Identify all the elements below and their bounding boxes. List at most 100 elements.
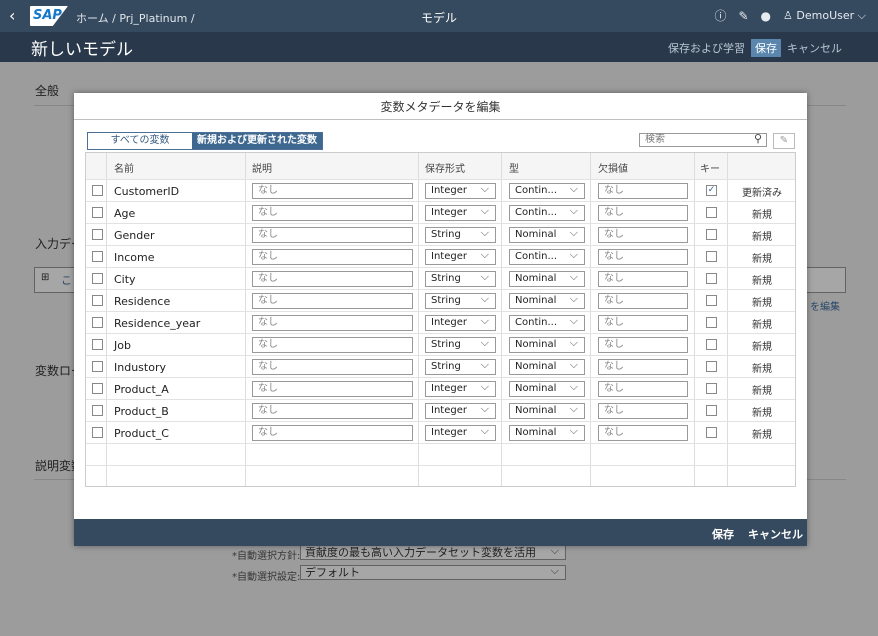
description-input[interactable]: なし bbox=[252, 249, 413, 265]
storage-value: String bbox=[431, 339, 461, 350]
storage-dropdown[interactable]: String ⌵ bbox=[425, 336, 496, 353]
missing-value-input[interactable]: なし bbox=[598, 293, 688, 309]
key-checkbox[interactable] bbox=[706, 207, 717, 218]
description-input[interactable]: なし bbox=[252, 359, 413, 375]
row-select-checkbox[interactable] bbox=[92, 339, 103, 350]
missing-value-input[interactable]: なし bbox=[598, 381, 688, 397]
col-storage[interactable]: 保存形式 bbox=[425, 160, 465, 175]
missing-value-input[interactable]: なし bbox=[598, 249, 688, 265]
search-icon[interactable]: ⚲ bbox=[754, 133, 762, 145]
variable-name: Product_B bbox=[114, 405, 169, 418]
key-checkbox[interactable] bbox=[706, 273, 717, 284]
missing-value-input[interactable]: なし bbox=[598, 425, 688, 441]
description-input[interactable]: なし bbox=[252, 183, 413, 199]
row-select-checkbox[interactable] bbox=[92, 405, 103, 416]
storage-dropdown[interactable]: Integer ⌵ bbox=[425, 380, 496, 397]
description-input[interactable]: なし bbox=[252, 205, 413, 221]
storage-dropdown[interactable]: String ⌵ bbox=[425, 226, 496, 243]
save-button[interactable]: 保存 bbox=[751, 39, 781, 57]
col-name[interactable]: 名前 bbox=[114, 160, 134, 175]
type-dropdown[interactable]: Contin... ⌵ bbox=[509, 204, 585, 221]
type-dropdown[interactable]: Contin... ⌵ bbox=[509, 182, 585, 199]
tab-new-updated-variables[interactable]: 新規および更新された変数 bbox=[192, 133, 322, 149]
variable-table: 名前 説明 保存形式 型 欠損値 キー CustomerID なし Integer ⌵… bbox=[85, 152, 796, 487]
key-checkbox[interactable] bbox=[706, 339, 717, 350]
key-checkbox[interactable] bbox=[706, 251, 717, 262]
col-description[interactable]: 説明 bbox=[252, 160, 272, 175]
storage-dropdown[interactable]: String ⌵ bbox=[425, 358, 496, 375]
dialog-save-button[interactable]: 保存 bbox=[712, 526, 734, 542]
type-dropdown[interactable]: Nominal ⌵ bbox=[509, 380, 585, 397]
type-dropdown[interactable]: Contin... ⌵ bbox=[509, 314, 585, 331]
storage-dropdown[interactable]: Integer ⌵ bbox=[425, 314, 496, 331]
missing-value-input[interactable]: なし bbox=[598, 183, 688, 199]
key-checkbox[interactable] bbox=[706, 383, 717, 394]
storage-dropdown[interactable]: String ⌵ bbox=[425, 292, 496, 309]
dialog-cancel-button[interactable]: キャンセル bbox=[748, 526, 803, 542]
key-checkbox[interactable] bbox=[706, 427, 717, 438]
missing-value-input[interactable]: なし bbox=[598, 205, 688, 221]
key-checkbox[interactable] bbox=[706, 405, 717, 416]
type-dropdown[interactable]: Nominal ⌵ bbox=[509, 358, 585, 375]
row-select-checkbox[interactable] bbox=[92, 251, 103, 262]
missing-value-input[interactable]: なし bbox=[598, 227, 688, 243]
key-checkbox[interactable] bbox=[706, 229, 717, 240]
row-select-checkbox[interactable] bbox=[92, 427, 103, 438]
cancel-button[interactable]: キャンセル bbox=[787, 40, 842, 56]
type-dropdown[interactable]: Nominal ⌵ bbox=[509, 424, 585, 441]
type-dropdown[interactable]: Contin... ⌵ bbox=[509, 248, 585, 265]
row-select-checkbox[interactable] bbox=[92, 361, 103, 372]
search-input[interactable]: 検索 ⚲ bbox=[639, 133, 767, 147]
description-input[interactable]: なし bbox=[252, 293, 413, 309]
user-menu[interactable]: ♙ DemoUser ⌵ bbox=[783, 9, 866, 23]
type-value: Nominal bbox=[515, 273, 557, 284]
description-input[interactable]: なし bbox=[252, 227, 413, 243]
type-dropdown[interactable]: Nominal ⌵ bbox=[509, 336, 585, 353]
storage-dropdown[interactable]: Integer ⌵ bbox=[425, 402, 496, 419]
row-select-checkbox[interactable] bbox=[92, 207, 103, 218]
row-select-checkbox[interactable] bbox=[92, 229, 103, 240]
variable-name: Age bbox=[114, 207, 136, 220]
description-input[interactable]: なし bbox=[252, 337, 413, 353]
page-title: 新しいモデル bbox=[31, 40, 133, 60]
description-input[interactable]: なし bbox=[252, 315, 413, 331]
storage-dropdown[interactable]: String ⌵ bbox=[425, 270, 496, 287]
chevron-down-icon: ⌵ bbox=[480, 424, 489, 437]
type-dropdown[interactable]: Nominal ⌵ bbox=[509, 270, 585, 287]
missing-value-input[interactable]: なし bbox=[598, 359, 688, 375]
missing-value-input[interactable]: なし bbox=[598, 315, 688, 331]
description-input[interactable]: なし bbox=[252, 271, 413, 287]
storage-dropdown[interactable]: Integer ⌵ bbox=[425, 424, 496, 441]
chevron-down-icon: ⌵ bbox=[480, 248, 489, 261]
type-dropdown[interactable]: Nominal ⌵ bbox=[509, 292, 585, 309]
tab-all-variables[interactable]: すべての変数 bbox=[88, 133, 192, 149]
key-checkbox[interactable] bbox=[706, 317, 717, 328]
storage-dropdown[interactable]: Integer ⌵ bbox=[425, 182, 496, 199]
missing-value-input[interactable]: なし bbox=[598, 337, 688, 353]
col-type[interactable]: 型 bbox=[509, 160, 519, 175]
type-dropdown[interactable]: Nominal ⌵ bbox=[509, 402, 585, 419]
col-key[interactable]: キー bbox=[700, 160, 720, 175]
storage-dropdown[interactable]: Integer ⌵ bbox=[425, 248, 496, 265]
missing-value-input[interactable]: なし bbox=[598, 271, 688, 287]
save-and-train-button[interactable]: 保存および学習 bbox=[668, 40, 745, 56]
row-select-checkbox[interactable] bbox=[92, 317, 103, 328]
row-select-checkbox[interactable] bbox=[92, 295, 103, 306]
description-input[interactable]: なし bbox=[252, 403, 413, 419]
edit-pencil-button[interactable]: ✎ bbox=[773, 133, 795, 149]
row-select-checkbox[interactable] bbox=[92, 273, 103, 284]
type-dropdown[interactable]: Nominal ⌵ bbox=[509, 226, 585, 243]
notification-icon[interactable]: ● bbox=[761, 9, 771, 23]
key-checkbox[interactable] bbox=[706, 295, 717, 306]
row-select-checkbox[interactable] bbox=[92, 185, 103, 196]
megaphone-icon[interactable]: ✎ bbox=[738, 9, 748, 23]
description-input[interactable]: なし bbox=[252, 381, 413, 397]
row-select-checkbox[interactable] bbox=[92, 383, 103, 394]
key-checkbox[interactable] bbox=[706, 361, 717, 372]
storage-dropdown[interactable]: Integer ⌵ bbox=[425, 204, 496, 221]
key-checkbox[interactable]: ✓ bbox=[706, 185, 717, 196]
help-icon[interactable]: ⓘ bbox=[714, 7, 726, 24]
col-missing[interactable]: 欠損値 bbox=[598, 160, 628, 175]
description-input[interactable]: なし bbox=[252, 425, 413, 441]
missing-value-input[interactable]: なし bbox=[598, 403, 688, 419]
